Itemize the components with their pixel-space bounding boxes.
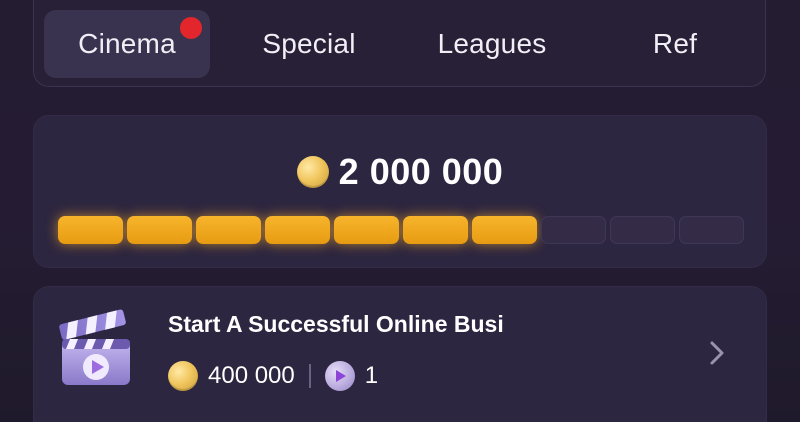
progress-segment-filled <box>265 216 330 244</box>
play-icon <box>324 361 355 391</box>
progress-segment-filled <box>403 216 468 244</box>
balance-card: 2 000 000 <box>33 115 767 268</box>
progress-segment-filled <box>196 216 261 244</box>
task-card[interactable]: Start A Successful Online Busi 400 000 1 <box>33 286 767 422</box>
coin-icon <box>168 361 198 391</box>
tab-ref-label: Ref <box>652 28 698 59</box>
progress-segment-filled <box>334 216 399 244</box>
tab-bar: Cinema Special Leagues Ref <box>33 0 766 87</box>
tab-leagues[interactable]: Leagues <box>409 10 575 78</box>
progress-segment-empty <box>541 216 606 244</box>
clapperboard-icon <box>59 309 130 385</box>
reward-divider <box>308 364 311 388</box>
tab-cinema-label: Cinema <box>78 28 176 59</box>
progress-segment-filled <box>472 216 537 244</box>
balance-row: 2 000 000 <box>34 151 766 193</box>
task-rewards: 400 000 1 <box>168 361 378 391</box>
play-reward-amount: 1 <box>364 362 379 389</box>
progress-segment-filled <box>127 216 192 244</box>
progress-segment-empty <box>679 216 744 244</box>
tab-special-label: Special <box>262 28 356 59</box>
tab-ref[interactable]: Ref <box>592 10 758 78</box>
tab-leagues-label: Leagues <box>437 28 547 59</box>
tab-special[interactable]: Special <box>226 10 392 78</box>
coin-reward-amount: 400 000 <box>208 362 295 389</box>
notification-dot <box>180 17 202 39</box>
balance-amount: 2 000 000 <box>338 151 504 192</box>
task-title: Start A Successful Online Busi <box>168 311 504 337</box>
chevron-right-icon[interactable] <box>706 337 728 369</box>
level-progress-bar <box>58 216 744 244</box>
progress-segment-empty <box>610 216 675 244</box>
progress-segment-filled <box>58 216 123 244</box>
coin-icon <box>296 156 329 188</box>
tab-cinema[interactable]: Cinema <box>44 10 210 78</box>
